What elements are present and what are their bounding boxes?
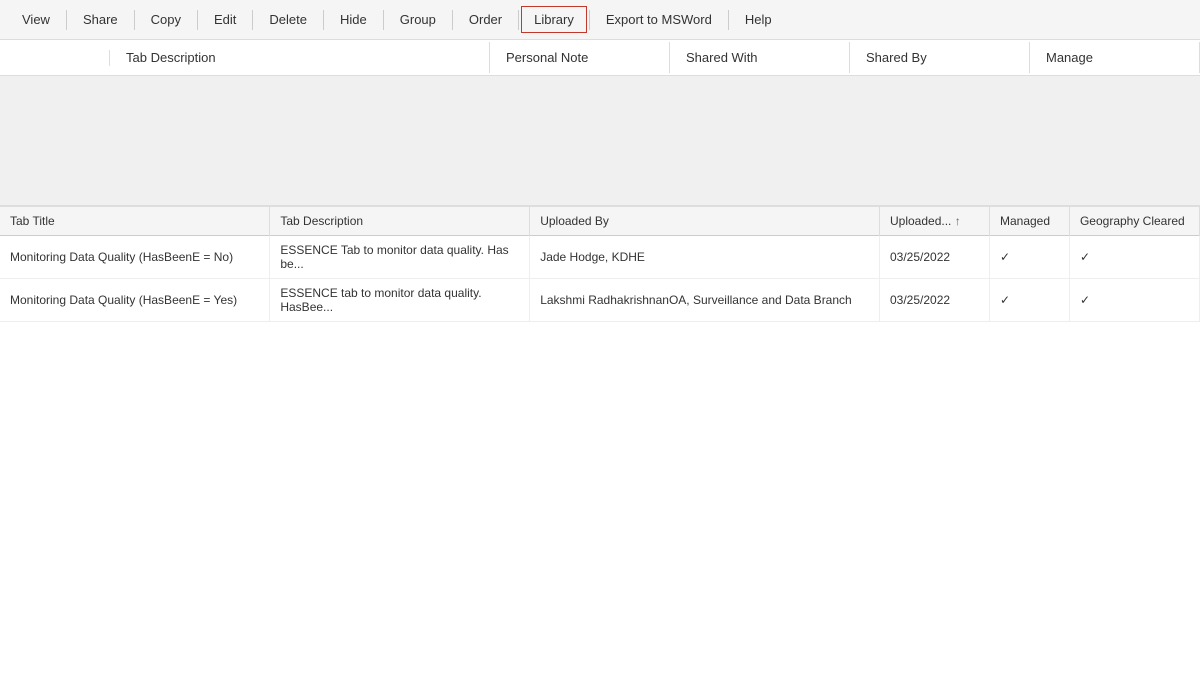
section-header-shared-with: Shared With [670, 42, 850, 73]
toolbar-hide[interactable]: Hide [326, 4, 381, 35]
separator-8 [518, 10, 519, 30]
separator-3 [197, 10, 198, 30]
cell-geography-1: ✓ [1069, 236, 1199, 279]
cell-tab-title-1: Monitoring Data Quality (HasBeenE = No) [0, 236, 270, 279]
cell-geography-2: ✓ [1069, 279, 1199, 322]
main-toolbar: View Share Copy Edit Delete Hide Group O… [0, 0, 1200, 40]
toolbar-group[interactable]: Group [386, 4, 450, 35]
toolbar-view[interactable]: View [8, 4, 64, 35]
toolbar-delete[interactable]: Delete [255, 4, 321, 35]
section-header-manage: Manage [1030, 42, 1200, 73]
library-table: Tab Title Tab Description Uploaded By Up… [0, 206, 1200, 322]
cell-uploaded-by-2: Lakshmi RadhakrishnanOA, Surveillance an… [530, 279, 880, 322]
col-header-tab-title: Tab Title [0, 207, 270, 236]
cell-uploaded-by-1: Jade Hodge, KDHE [530, 236, 880, 279]
col-header-tab-description: Tab Description [270, 207, 530, 236]
cell-managed-1: ✓ [989, 236, 1069, 279]
cell-uploaded-date-1: 03/25/2022 [880, 236, 990, 279]
separator-4 [252, 10, 253, 30]
table-row: Monitoring Data Quality (HasBeenE = Yes)… [0, 279, 1200, 322]
cell-tab-title-2: Monitoring Data Quality (HasBeenE = Yes) [0, 279, 270, 322]
toolbar-edit[interactable]: Edit [200, 4, 250, 35]
separator-5 [323, 10, 324, 30]
toolbar-library[interactable]: Library [521, 6, 587, 33]
separator-9 [589, 10, 590, 30]
toolbar-help[interactable]: Help [731, 4, 786, 35]
separator-2 [134, 10, 135, 30]
cell-tab-desc-2: ESSENCE tab to monitor data quality. Has… [270, 279, 530, 322]
table-header-row: Tab Title Tab Description Uploaded By Up… [0, 207, 1200, 236]
col-header-geography-cleared: Geography Cleared [1069, 207, 1199, 236]
cell-managed-2: ✓ [989, 279, 1069, 322]
cell-uploaded-date-2: 03/25/2022 [880, 279, 990, 322]
separator-1 [66, 10, 67, 30]
section-header-empty [0, 50, 110, 66]
section-header-shared-by: Shared By [850, 42, 1030, 73]
section-headers-row: Tab Description Personal Note Shared Wit… [0, 40, 1200, 76]
col-header-uploaded-by: Uploaded By [530, 207, 880, 236]
toolbar-order[interactable]: Order [455, 4, 516, 35]
section-header-tab-description: Tab Description [110, 42, 490, 73]
toolbar-export[interactable]: Export to MSWord [592, 4, 726, 35]
gray-area [0, 76, 1200, 206]
toolbar-copy[interactable]: Copy [137, 4, 195, 35]
toolbar-share[interactable]: Share [69, 4, 132, 35]
separator-7 [452, 10, 453, 30]
section-header-personal-note: Personal Note [490, 42, 670, 73]
separator-6 [383, 10, 384, 30]
separator-10 [728, 10, 729, 30]
cell-tab-desc-1: ESSENCE Tab to monitor data quality. Has… [270, 236, 530, 279]
col-header-managed: Managed [989, 207, 1069, 236]
table-row: Monitoring Data Quality (HasBeenE = No) … [0, 236, 1200, 279]
col-header-uploaded-date[interactable]: Uploaded... [880, 207, 990, 236]
data-table-container: Tab Title Tab Description Uploaded By Up… [0, 206, 1200, 322]
